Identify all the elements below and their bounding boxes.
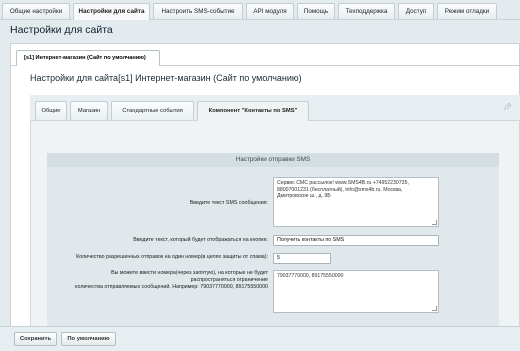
sms-text-value: Сервис СМС рассылок! www.SMS4B.ru +74952… xyxy=(277,180,409,200)
limit-label: Количество разрешенных отправок на один … xyxy=(76,254,268,260)
tab-api-module[interactable]: API модуля xyxy=(246,3,294,19)
inner-tab-shop[interactable]: Магазин xyxy=(70,101,108,120)
group-title: Настройки отправки SMS xyxy=(47,153,499,167)
tab-sms-event[interactable]: Настроить SMS-событие xyxy=(153,3,243,19)
page-title: Настройки для сайта xyxy=(10,24,113,36)
tab-debug-mode[interactable]: Режим отладки xyxy=(437,3,497,19)
default-button[interactable]: По умолчанию xyxy=(61,332,116,346)
tab-general-settings[interactable]: Общие настройки xyxy=(2,3,70,19)
pin-icon[interactable]: 📌︎ xyxy=(503,103,512,111)
save-button[interactable]: Сохранить xyxy=(14,332,57,346)
numbers-label-line-1: Вы можете ввести номера(через запятую), … xyxy=(111,270,268,276)
numbers-label: Вы можете ввести номера(через запятую), … xyxy=(50,270,268,292)
sms-text-textarea[interactable]: Сервис СМС рассылок! www.SMS4B.ru +74952… xyxy=(273,177,439,227)
limit-input[interactable]: 5 xyxy=(273,253,331,264)
inner-tab-standard-events[interactable]: Стандартные события xyxy=(111,101,194,120)
button-text-input[interactable]: Получить контакты по SMS xyxy=(273,235,439,246)
tab-access[interactable]: Доступ xyxy=(398,3,434,19)
sms-text-label: Введите текст SMS сообщения: xyxy=(189,200,268,206)
site-tab-s1[interactable]: [s1] Интернет-магазин (Сайт по умолчанию… xyxy=(16,50,160,66)
inner-tab-sms-contacts[interactable]: Компонент "Контакты по SMS" xyxy=(197,101,309,121)
numbers-label-line-3: количества отправляемых сообщений. Напри… xyxy=(75,284,268,291)
tab-help[interactable]: Помощь xyxy=(297,3,335,19)
resize-handle-icon[interactable] xyxy=(432,220,437,225)
top-tab-bar: Общие настройки Настройки для сайта Наст… xyxy=(0,0,520,20)
numbers-textarea[interactable]: 79037770000, 89175550000 xyxy=(273,270,439,313)
numbers-value: 79037770000, 89175550000 xyxy=(277,273,344,279)
button-text-label: Введите текст, который будет отображатьс… xyxy=(133,237,268,243)
inner-tab-general[interactable]: Общие xyxy=(35,101,67,120)
tab-site-settings[interactable]: Настройки для сайта xyxy=(73,3,150,20)
resize-handle-icon[interactable] xyxy=(432,306,437,311)
tab-support[interactable]: Техподдержка xyxy=(338,3,395,19)
site-heading: Настройки для сайта[s1] Интернет-магазин… xyxy=(30,73,302,83)
